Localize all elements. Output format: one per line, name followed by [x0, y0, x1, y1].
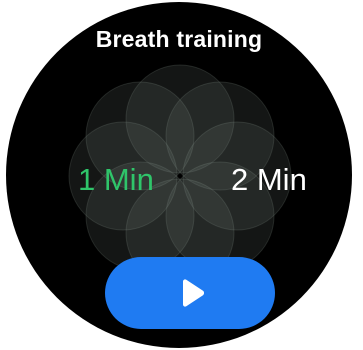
page-title: Breath training — [95, 26, 263, 52]
duration-option-2-min[interactable]: 2 Min — [231, 162, 307, 198]
play-icon — [183, 279, 205, 307]
duration-option-1-min[interactable]: 1 Min — [78, 162, 154, 198]
start-button[interactable] — [105, 257, 275, 329]
screen: Breath training 1 Min 2 Min — [0, 0, 363, 350]
watch-face: Breath training 1 Min 2 Min — [6, 2, 352, 348]
